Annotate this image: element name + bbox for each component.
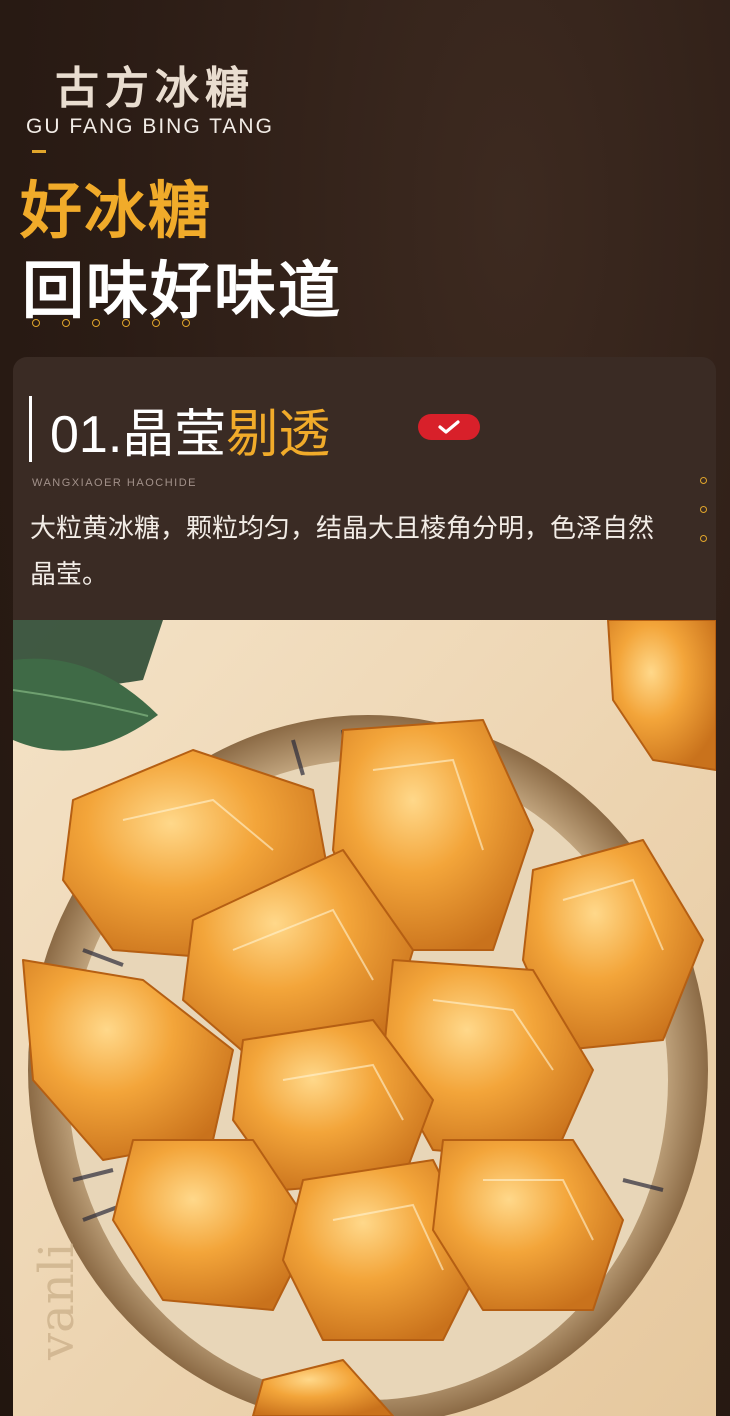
- decorative-dots: [32, 319, 190, 327]
- brand-title: 古方冰糖: [55, 63, 255, 114]
- section-title: 01.晶莹剔透: [50, 392, 330, 467]
- dot-icon: [700, 506, 707, 513]
- side-decorative-dots: [700, 477, 707, 542]
- title-bar-marker: [29, 396, 32, 462]
- rock-sugar-bowl-image: vanli: [13, 620, 716, 1416]
- checkmark-icon: [438, 420, 460, 434]
- dot-icon: [32, 319, 40, 327]
- dot-icon: [152, 319, 160, 327]
- dot-icon: [700, 477, 707, 484]
- section-title-accent: 剔透: [226, 406, 331, 464]
- headline-line1: 好冰糖: [20, 174, 213, 247]
- headline-line2: 回味好味道: [22, 254, 343, 327]
- brand-pinyin: GU FANG BING TANG: [26, 115, 274, 138]
- svg-text:vanli: vanli: [29, 1243, 85, 1361]
- checkmark-badge: [418, 414, 480, 440]
- dot-icon: [122, 319, 130, 327]
- section-title-prefix: 01.晶莹: [50, 406, 227, 464]
- dot-icon: [62, 319, 70, 327]
- dot-icon: [182, 319, 190, 327]
- dot-icon: [700, 535, 707, 542]
- section-subtitle: WANGXIAOER HAOCHIDE: [32, 477, 197, 489]
- section-description: 大粒黄冰糖，颗粒均匀，结晶大且棱角分明，色泽自然晶莹。: [30, 514, 655, 590]
- dot-icon: [92, 319, 100, 327]
- divider-rule: [32, 150, 46, 153]
